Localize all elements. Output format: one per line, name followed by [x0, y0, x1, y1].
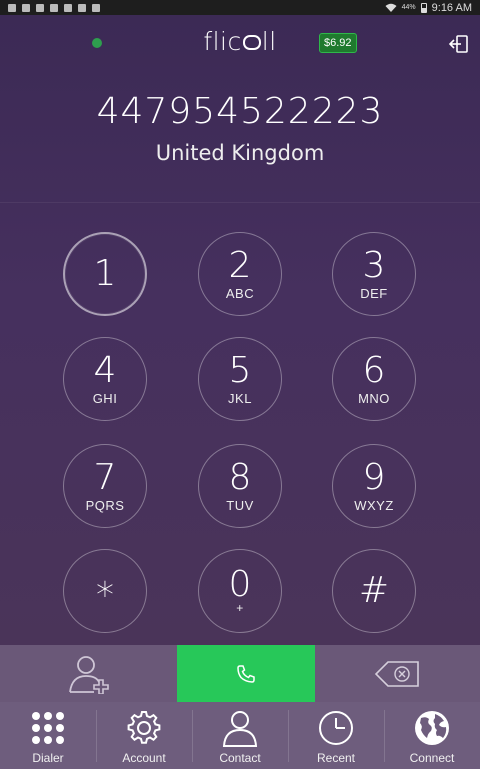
system-icons: 44% 9:16 AM	[385, 2, 472, 14]
battery-percent: 44%	[401, 4, 416, 11]
chat-icon	[50, 3, 58, 12]
key-5[interactable]: 5 JKL	[198, 337, 282, 421]
nav-account[interactable]: Account	[96, 702, 192, 769]
add-contact-icon	[68, 655, 109, 694]
notification-icons	[8, 3, 100, 12]
key-letters: PQRS	[85, 497, 125, 513]
clock-icon	[319, 711, 353, 745]
nav-label: Recent	[316, 751, 356, 765]
chat-bubble-icon	[242, 34, 261, 50]
key-digit: 2	[228, 244, 252, 286]
key-6[interactable]: 6 MNO	[332, 337, 416, 421]
nav-dialer[interactable]: Dialer	[0, 702, 96, 769]
globe-icon	[415, 711, 449, 745]
key-1[interactable]: 1	[63, 232, 147, 316]
divider	[0, 202, 480, 203]
backspace-button[interactable]	[315, 645, 480, 702]
app-logo: flic ll	[0, 27, 480, 56]
key-digit: 9	[362, 456, 386, 498]
key-hash[interactable]: #	[332, 549, 416, 633]
key-digit: 7	[93, 456, 117, 498]
nav-recent[interactable]: Recent	[288, 702, 384, 769]
add-contact-button[interactable]	[0, 645, 177, 702]
key-7[interactable]: 7 PQRS	[63, 444, 147, 528]
wifi-icon	[385, 3, 397, 12]
balance-badge: $6.92	[319, 33, 357, 53]
dialed-number: 447954522223	[96, 91, 384, 132]
nav-label: Contact	[219, 751, 261, 765]
dialer-screen: flic ll $6.92 447954522223 United Kingdom…	[0, 15, 480, 645]
key-letters: GHI	[92, 390, 118, 406]
grid-icon	[32, 712, 64, 744]
backspace-icon	[374, 660, 419, 687]
key-0[interactable]: 0 +	[198, 549, 282, 633]
action-bar	[0, 645, 480, 702]
key-digit: 0	[228, 564, 252, 605]
key-digit: 5	[228, 349, 252, 391]
key-letters: MNO	[358, 390, 390, 406]
country-label: United Kingdom	[155, 141, 325, 165]
key-letters: WXYZ	[354, 497, 394, 513]
key-digit: #	[358, 570, 390, 611]
key-digit: 3	[362, 244, 386, 286]
key-8[interactable]: 8 TUV	[198, 444, 282, 528]
clock-time: 9:16 AM	[431, 1, 472, 14]
dots-icon	[22, 3, 30, 12]
logo-text-right: ll	[261, 27, 277, 56]
gear-icon	[127, 711, 161, 744]
person-icon	[222, 711, 258, 747]
nav-label: Connect	[409, 751, 455, 765]
key-digit: 6	[362, 349, 386, 391]
logout-icon[interactable]	[448, 33, 470, 55]
header: flic ll $6.92	[0, 15, 480, 73]
key-digit: 1	[93, 253, 117, 294]
download-icon	[78, 3, 86, 12]
key-digit: 4	[93, 349, 117, 391]
gallery-icon	[8, 3, 16, 12]
key-digit: *	[96, 575, 114, 616]
warning-icon	[64, 3, 72, 12]
key-4[interactable]: 4 GHI	[63, 337, 147, 421]
key-9[interactable]: 9 WXYZ	[332, 444, 416, 528]
key-letters: ABC	[225, 285, 255, 301]
key-letters: +	[236, 601, 244, 615]
bottom-nav: Dialer Account Contact Recent Connect	[0, 702, 480, 769]
battery-icon	[420, 2, 427, 13]
key-letters: DEF	[360, 285, 388, 301]
key-digit: 8	[228, 456, 252, 498]
key-letters: JKL	[228, 390, 252, 406]
nav-label: Account	[122, 751, 166, 765]
phone-icon	[237, 664, 255, 683]
nav-contact[interactable]: Contact	[192, 702, 288, 769]
status-bar: 44% 9:16 AM	[0, 0, 480, 15]
mail-icon	[36, 3, 44, 12]
nav-label: Dialer	[32, 751, 64, 765]
nav-connect[interactable]: Connect	[384, 702, 480, 769]
call-button[interactable]	[177, 645, 315, 702]
logo-text-left: flic	[203, 27, 242, 56]
key-star[interactable]: *	[63, 549, 147, 633]
app-icon	[92, 3, 100, 12]
key-3[interactable]: 3 DEF	[332, 232, 416, 316]
key-letters: TUV	[226, 497, 254, 513]
key-2[interactable]: 2 ABC	[198, 232, 282, 316]
